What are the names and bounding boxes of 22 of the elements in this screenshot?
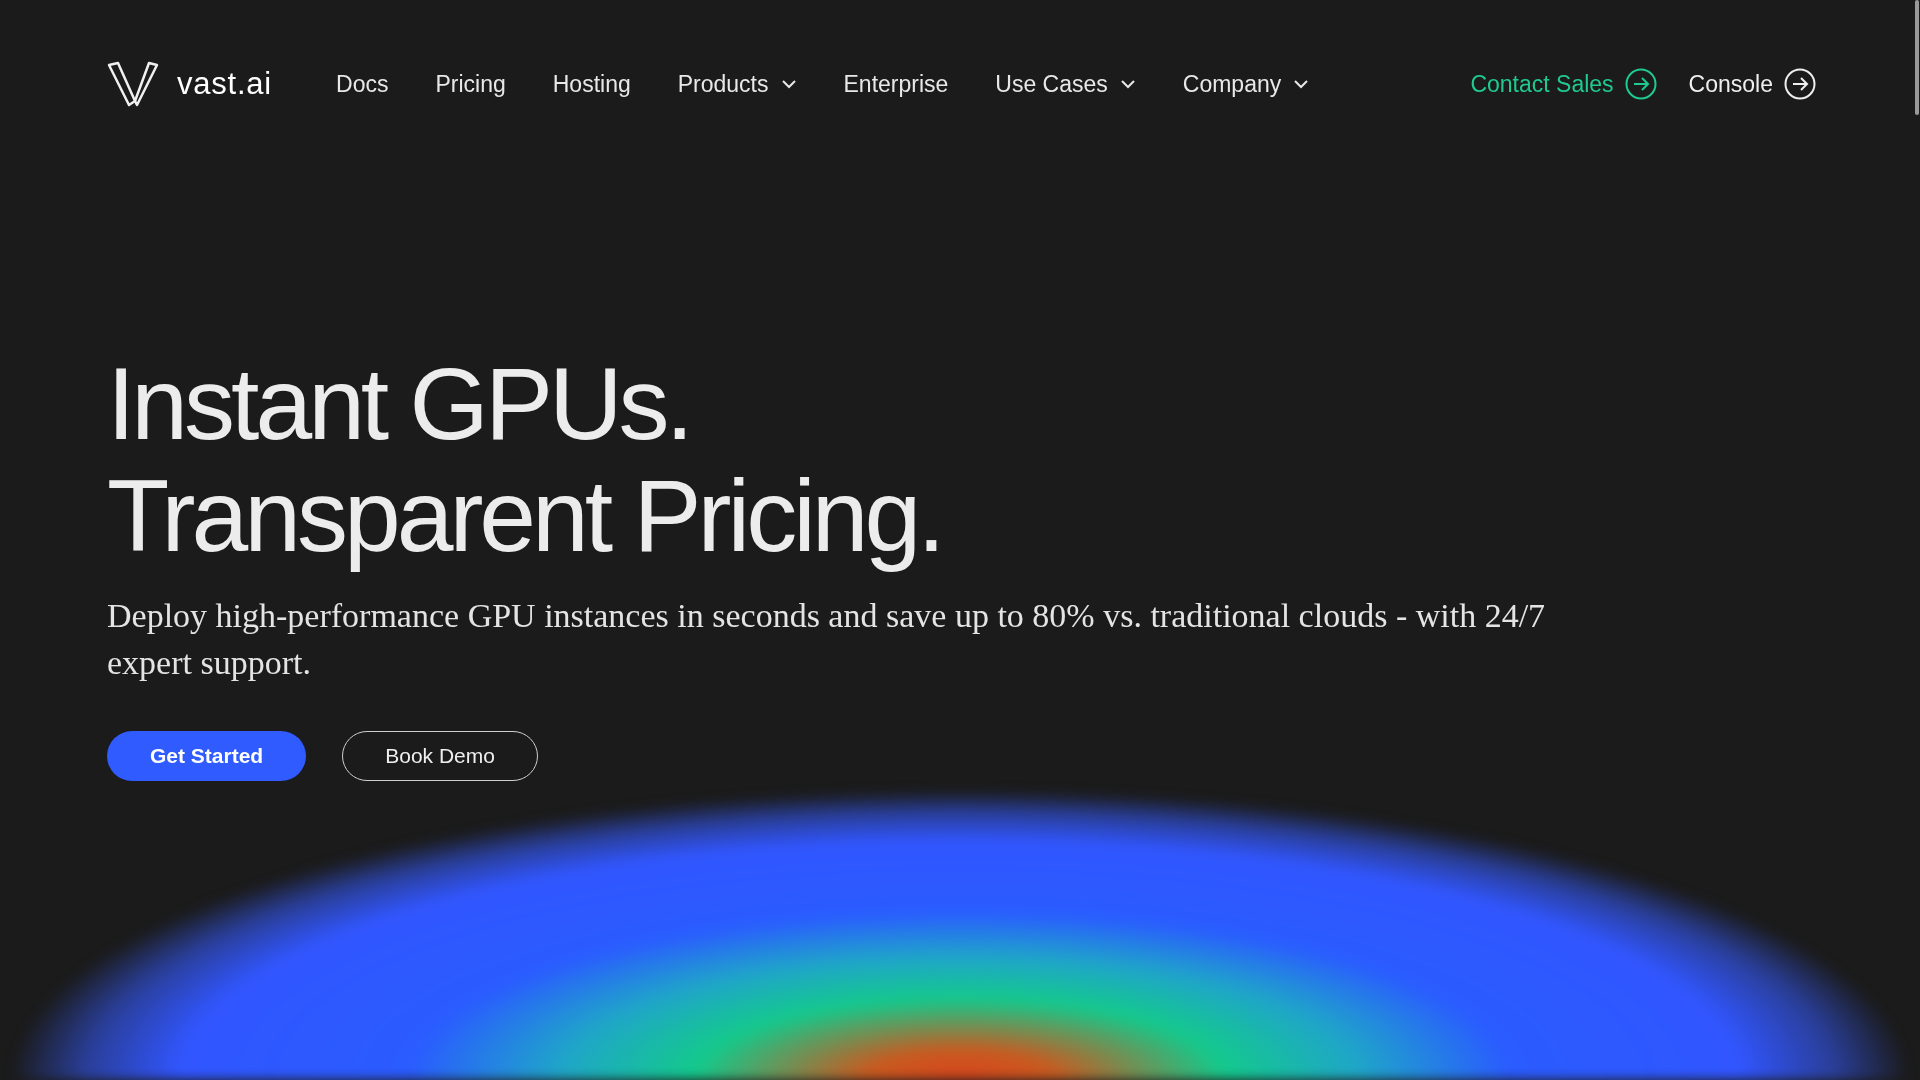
arrow-right-circle-icon: [1624, 68, 1657, 100]
hero-headline: Transparent Pricing.: [107, 460, 942, 572]
nav-link[interactable]: Pricing: [435, 66, 506, 102]
scrollbar-thumb[interactable]: [1915, 0, 1919, 115]
arrow-right-circle-icon: [1784, 68, 1816, 100]
nav-link[interactable]: Docs: [336, 66, 389, 102]
logo-icon: [107, 61, 159, 107]
nav-link[interactable]: Hosting: [552, 66, 631, 102]
nav-dropdown[interactable]: Company: [1182, 66, 1310, 102]
nav-dropdown[interactable]: Use Cases: [995, 66, 1136, 102]
chevron-down-icon: [1293, 79, 1310, 89]
contact-link[interactable]: Contact Sales: [1470, 66, 1657, 102]
book-demo-button[interactable]: Book Demo: [342, 731, 538, 781]
chevron-down-icon: [780, 79, 797, 89]
console-link[interactable]: Console: [1688, 66, 1816, 102]
hero-headline: Instant GPUs.: [107, 348, 690, 460]
get-started-button[interactable]: Get Started: [107, 731, 307, 781]
hero-subtitle: Deploy high-performance GPU instances in seconds and save up to 80% vs. traditional clouds - with 24/7 expert support.: [107, 596, 1547, 683]
brand-name[interactable]: vast.ai: [177, 60, 273, 108]
nav-dropdown[interactable]: Products: [677, 66, 797, 102]
nav-link[interactable]: Enterprise: [843, 66, 949, 102]
chevron-down-icon: [1119, 79, 1136, 89]
